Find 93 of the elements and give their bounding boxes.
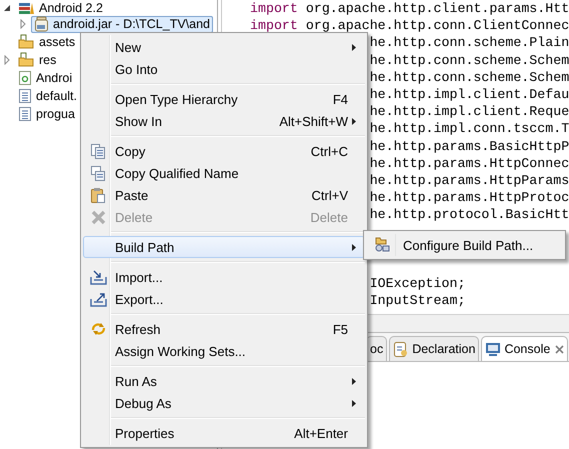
menu-item[interactable]: Refresh F5 xyxy=(83,318,365,340)
menu-item-label: Copy xyxy=(114,144,146,158)
shortcut-label: F5 xyxy=(332,322,348,336)
menu-item-label: Go Into xyxy=(114,62,159,76)
menu-item-label: Import... xyxy=(114,270,164,284)
jar-icon xyxy=(34,16,49,32)
view-tab[interactable]: oc xyxy=(366,336,388,361)
shortcut-label: Alt+Enter xyxy=(294,426,348,440)
menu-item[interactable]: Copy Ctrl+C xyxy=(83,140,365,162)
copy-icon xyxy=(90,165,106,181)
text-file-icon xyxy=(18,106,32,122)
code-line: he.http.params.BasicHttpP xyxy=(370,138,569,155)
menu-item-label: Delete xyxy=(114,210,154,224)
tree-item-label: Android 2.2 xyxy=(39,1,103,15)
books-icon xyxy=(18,0,35,16)
code-line: he.http.protocol.BasicHtt xyxy=(370,206,569,224)
menu-item-label: Run As xyxy=(114,374,158,388)
tree-item[interactable]: progua xyxy=(15,106,78,122)
shortcut-label: Delete xyxy=(310,210,348,224)
menu-item[interactable]: Copy Qualified Name xyxy=(83,162,365,184)
tree-item-label: Androi xyxy=(36,71,72,85)
menu-item-label: Show In xyxy=(114,114,163,128)
text-file-icon xyxy=(18,88,32,104)
code-line: InputStream; xyxy=(370,292,466,310)
monitor-icon xyxy=(485,342,502,356)
code-line: he.http.conn.scheme.Schem xyxy=(370,52,569,69)
view-tab[interactable]: Declaration xyxy=(389,336,480,361)
menu-item-label: Assign Working Sets... xyxy=(114,344,247,358)
menu-item[interactable]: Properties Alt+Enter xyxy=(83,422,365,444)
clipboard-icon xyxy=(90,186,106,204)
menu-item[interactable]: Import... xyxy=(83,266,365,288)
view-tab[interactable]: Console xyxy=(481,336,568,361)
menu-item-label: Build Path xyxy=(114,240,176,254)
menu-item-label: New xyxy=(114,40,142,54)
expand-icon[interactable] xyxy=(2,55,12,65)
document-icon xyxy=(18,70,32,86)
tree-item[interactable]: default. xyxy=(15,88,80,104)
menu-item[interactable]: Go Into xyxy=(83,58,365,80)
menu-item-label: Debug As xyxy=(114,396,172,410)
code-line: import org.apache.http.client.params.Htt xyxy=(250,0,569,18)
code-line: he.http.impl.client.Reque xyxy=(370,103,569,120)
tree-item-label: res xyxy=(39,53,56,67)
tree-item-label: assets xyxy=(39,35,76,49)
build-path-icon xyxy=(372,237,390,253)
folder-icon xyxy=(18,52,35,68)
menu-item[interactable]: Run As xyxy=(83,370,365,392)
collapse-icon[interactable] xyxy=(2,3,12,13)
menu-item-label: Open Type Hierarchy xyxy=(114,92,239,106)
export-icon xyxy=(90,292,106,306)
tree-item[interactable]: android.jar - D:\TCL_TV\and xyxy=(31,16,214,32)
menu-item-label: Configure Build Path... xyxy=(402,238,534,252)
import-icon xyxy=(90,270,106,284)
tree-item-label: progua xyxy=(36,107,75,121)
shortcut-label: Ctrl+C xyxy=(310,144,348,158)
menu-item-label: Refresh xyxy=(114,322,162,336)
tree-item[interactable]: assets xyxy=(15,34,78,50)
menu-item[interactable]: New xyxy=(83,36,365,58)
shortcut-label: F4 xyxy=(332,92,348,106)
delete-icon xyxy=(90,210,106,224)
code-line: he.http.impl.client.Defau xyxy=(370,86,569,104)
menu-item[interactable]: Show In Alt+Shift+W xyxy=(83,110,365,132)
shortcut-label: Ctrl+V xyxy=(312,188,348,202)
code-line: import org.apache.http.conn.ClientConnec xyxy=(250,17,569,34)
menu-item[interactable]: Assign Working Sets... xyxy=(83,340,365,362)
menu-item[interactable]: Paste Ctrl+V xyxy=(83,184,365,206)
tree-item-label: android.jar - D:\TCL_TV\and xyxy=(53,17,210,31)
menu-item-label: Copy Qualified Name xyxy=(114,166,240,180)
menu-item-label: Paste xyxy=(114,188,150,202)
menu-item[interactable]: Build Path xyxy=(83,236,365,258)
code-line: he.http.conn.scheme.Schem xyxy=(370,68,569,86)
menu-item[interactable]: Export... xyxy=(83,288,365,310)
code-line: he.http.params.HttpConnec xyxy=(370,154,569,172)
tree-item-label: default. xyxy=(36,89,78,103)
tree-item[interactable]: Android 2.2 xyxy=(15,0,106,16)
menu-item-label: Export... xyxy=(114,292,164,306)
shortcut-label: Alt+Shift+W xyxy=(279,114,348,128)
copy-icon xyxy=(90,143,106,159)
code-line: he.http.params.HttpParams xyxy=(370,172,569,190)
tree-item[interactable]: res xyxy=(15,52,60,68)
code-line: IOException; xyxy=(370,275,466,292)
expand-icon[interactable] xyxy=(18,19,28,29)
folder-icon xyxy=(18,34,35,50)
close-icon[interactable] xyxy=(555,344,564,354)
code-line: he.http.params.HttpProtoc xyxy=(370,189,569,206)
menu-item-label: Properties xyxy=(114,426,176,440)
menu-item[interactable]: Configure Build Path... xyxy=(366,233,563,257)
refresh-icon xyxy=(90,321,106,337)
declaration-icon xyxy=(393,340,410,358)
tree-item[interactable]: Androi xyxy=(15,70,76,86)
code-line: he.http.impl.conn.tsccm.T xyxy=(370,120,569,138)
menu-item[interactable]: Debug As xyxy=(83,392,365,414)
menu-item[interactable]: Open Type Hierarchy F4 xyxy=(83,88,365,110)
code-line: he.http.conn.scheme.Plain xyxy=(370,34,569,52)
